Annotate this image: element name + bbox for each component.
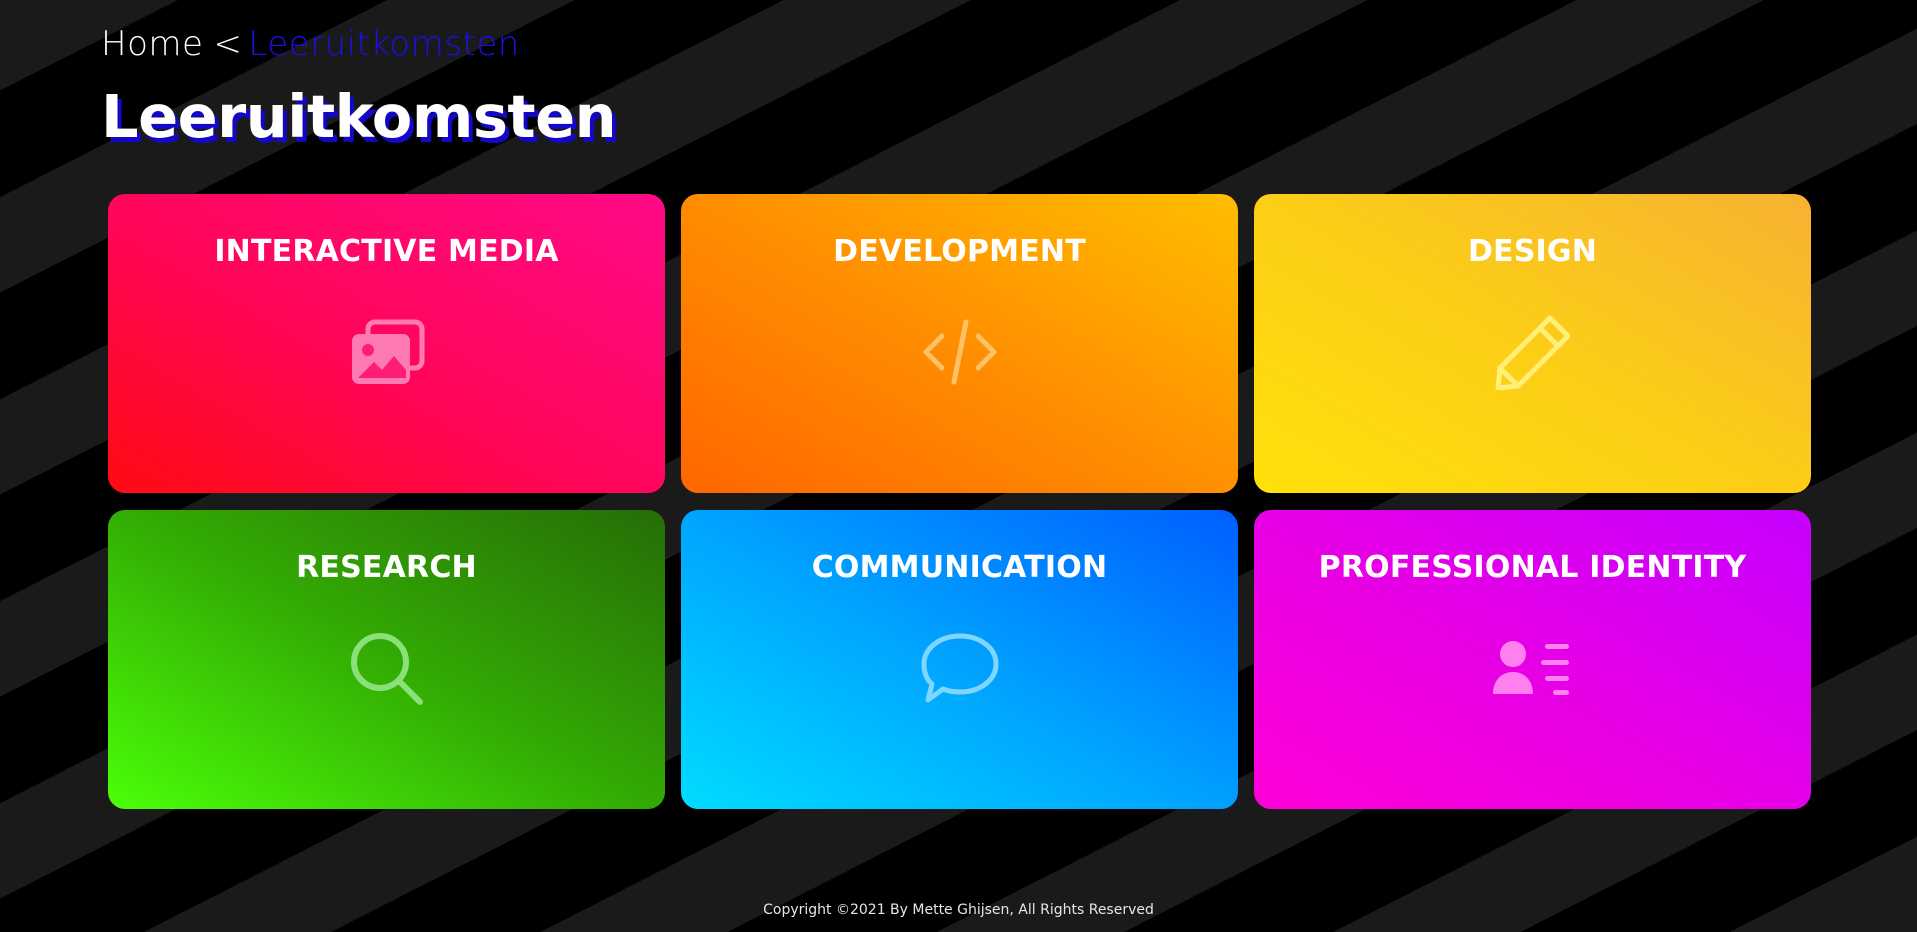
breadcrumb-home-link[interactable]: Home <box>101 24 203 64</box>
card-title: DESIGN <box>1467 234 1598 269</box>
search-icon <box>347 630 427 706</box>
learning-outcomes-grid: INTERACTIVE MEDIA DEVELOPMENT DESIGN RES… <box>108 194 1812 809</box>
breadcrumb-current: Leeruitkomsten <box>248 24 520 64</box>
card-title: PROFESSIONAL IDENTITY <box>1318 550 1747 585</box>
breadcrumb-separator: < <box>213 24 243 64</box>
images-icon <box>347 314 427 390</box>
code-icon <box>920 314 1000 390</box>
card-interactive-media[interactable]: INTERACTIVE MEDIA <box>108 194 665 493</box>
breadcrumb: Home < Leeruitkomsten <box>101 24 520 64</box>
chat-bubble-icon <box>920 630 1000 706</box>
card-title: DEVELOPMENT <box>833 234 1086 269</box>
card-design[interactable]: DESIGN <box>1254 194 1811 493</box>
card-development[interactable]: DEVELOPMENT <box>681 194 1238 493</box>
card-title: RESEARCH <box>296 550 477 585</box>
card-communication[interactable]: COMMUNICATION <box>681 510 1238 809</box>
page-title: Leeruitkomsten <box>101 82 617 151</box>
card-research[interactable]: RESEARCH <box>108 510 665 809</box>
id-card-icon <box>1492 630 1573 706</box>
pencil-icon <box>1493 314 1573 390</box>
footer-copyright: Copyright ©2021 By Mette Ghijsen, All Ri… <box>763 902 1154 918</box>
card-professional-identity[interactable]: PROFESSIONAL IDENTITY <box>1254 510 1811 809</box>
card-title: INTERACTIVE MEDIA <box>214 234 559 269</box>
card-title: COMMUNICATION <box>811 550 1108 585</box>
